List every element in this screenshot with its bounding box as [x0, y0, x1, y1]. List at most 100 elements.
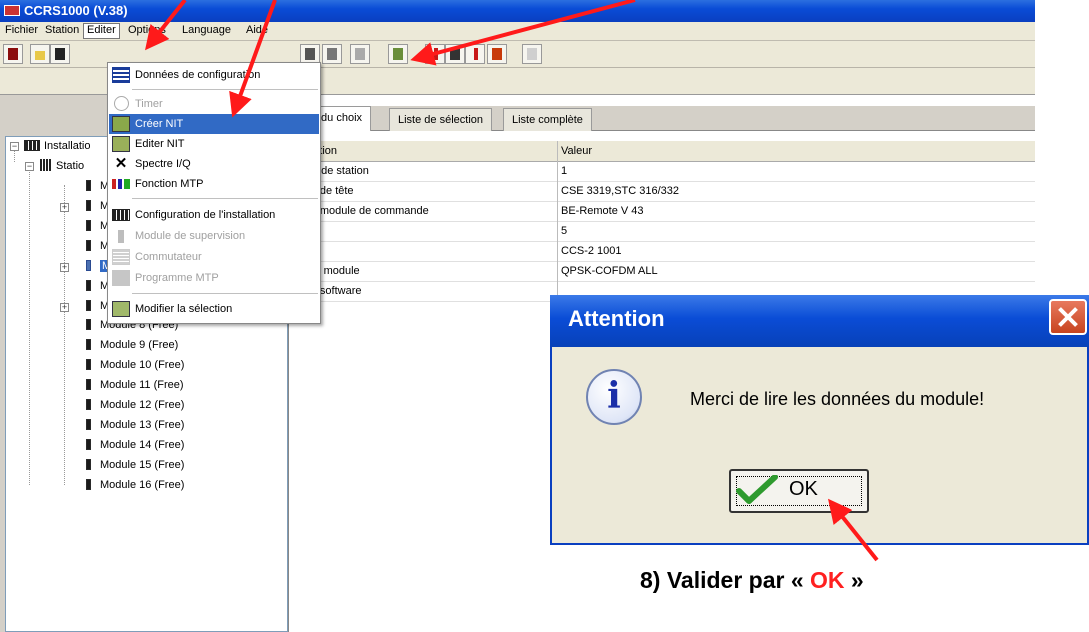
menu-item-module-supervision[interactable]: Module de supervision — [109, 226, 319, 246]
tree-node-module[interactable]: Module 13 (Free) — [86, 416, 184, 435]
tree-node-module[interactable]: Module 15 (Free) — [86, 456, 184, 475]
arrow-down-icon — [434, 48, 438, 60]
tree-node-module[interactable]: M — [86, 277, 109, 296]
menu-item-label: Fonction MTP — [135, 178, 204, 190]
column-header-valeur[interactable]: Valeur — [561, 141, 592, 161]
clock-icon — [114, 96, 129, 111]
tree-node-module[interactable]: Module 10 (Free) — [86, 356, 184, 375]
phone-button[interactable] — [487, 44, 507, 64]
tab-bar: ail du choix Liste de sélection Liste co… — [288, 106, 1035, 131]
module-icon — [86, 260, 91, 271]
disabled-tool-button[interactable] — [522, 44, 542, 64]
menu-item-label: Configuration de l'installation — [135, 209, 276, 221]
table-row[interactable]: rsion module de commande BE-Remote V 43 — [289, 201, 1035, 222]
save-button[interactable] — [50, 44, 70, 64]
menu-item-modifier-selection[interactable]: Modifier la sélection — [109, 299, 319, 319]
menu-item-commutateur[interactable]: Commutateur — [109, 247, 319, 267]
menu-options[interactable]: Options — [125, 24, 169, 36]
table-row[interactable]: duleCCS-2 1001 — [289, 241, 1035, 262]
tool-button-1[interactable] — [300, 44, 320, 64]
module-icon — [86, 479, 91, 490]
module-button[interactable] — [445, 44, 465, 64]
module-icon — [86, 339, 91, 350]
download-button[interactable] — [425, 44, 445, 64]
module-icon — [450, 48, 460, 60]
tree-node-module[interactable]: M — [86, 217, 109, 236]
tree-node-module[interactable]: Module 11 (Free) — [86, 376, 184, 395]
title-bar: CCRS1000 (V.38) — [0, 0, 1035, 22]
table-row[interactable]: méro de station 1 — [289, 161, 1035, 182]
tree-node-module[interactable]: M — [86, 177, 109, 196]
tree-collapse-toggle[interactable]: − — [25, 162, 34, 171]
table-row[interactable]: pe de module QPSK-COFDM ALL — [289, 261, 1035, 282]
tab-liste-complete[interactable]: Liste complète — [503, 108, 592, 131]
config-data-icon — [112, 67, 130, 83]
menu-item-label: Créer NIT — [135, 118, 184, 130]
tree-node-module[interactable]: M — [86, 297, 109, 316]
row-value: BE-Remote V 43 — [561, 205, 644, 217]
menu-item-configuration-installation[interactable]: Configuration de l'installation — [109, 205, 319, 225]
tool-button-2[interactable] — [322, 44, 342, 64]
mtp-icon — [112, 179, 130, 189]
tree-node-module[interactable]: Module 16 (Free) — [86, 476, 184, 495]
tree-expand-toggle[interactable]: + — [60, 303, 69, 312]
folder-icon — [35, 51, 45, 60]
tree-collapse-toggle[interactable]: − — [10, 142, 19, 151]
close-icon[interactable] — [1049, 299, 1087, 335]
row-value: QPSK-COFDM ALL — [561, 265, 658, 277]
menu-item-label: Editer NIT — [135, 138, 185, 150]
tree-expand-toggle[interactable]: + — [60, 203, 69, 212]
menu-item-programme-mtp[interactable]: Programme MTP — [109, 268, 319, 288]
tree-node-station[interactable]: Statio — [40, 157, 84, 176]
menu-item-editer-nit[interactable]: Editer NIT — [109, 134, 319, 154]
modify-icon — [112, 301, 130, 317]
tree-expand-toggle[interactable]: + — [60, 263, 69, 272]
menu-editer[interactable]: Editer — [83, 23, 120, 39]
grey-square-icon — [327, 48, 337, 60]
program-icon — [112, 270, 130, 286]
tree-node-module[interactable]: Module 14 (Free) — [86, 436, 184, 455]
module-icon — [86, 439, 91, 450]
menu-bar: Fichier Station Editer Options Language … — [0, 22, 1035, 41]
table-row[interactable]: dule5 — [289, 221, 1035, 242]
menu-language[interactable]: Language — [179, 24, 234, 36]
menu-item-creer-nit[interactable]: Créer NIT — [109, 114, 319, 134]
tree-node-label: Module 13 (Free) — [100, 419, 185, 431]
tool-button-3[interactable] — [350, 44, 370, 64]
row-value: 5 — [561, 225, 568, 237]
tree-line — [29, 165, 30, 485]
module-icon — [86, 240, 91, 251]
menu-aide[interactable]: Aide — [243, 24, 271, 36]
tree-node-module[interactable]: Module 9 (Free) — [86, 336, 178, 355]
tree-node-module[interactable]: Module 12 (Free) — [86, 396, 184, 415]
menu-item-spectre-iq[interactable]: ✕ Spectre I/Q — [109, 154, 319, 174]
checkmark-icon — [736, 475, 778, 504]
ok-button[interactable]: OK — [729, 469, 869, 513]
table-row[interactable]: ation de tête CSE 3319,STC 316/332 — [289, 181, 1035, 202]
tab-liste-selection[interactable]: Liste de sélection — [389, 108, 492, 131]
menu-fichier[interactable]: Fichier — [2, 24, 41, 36]
open-button[interactable] — [30, 44, 50, 64]
menu-station[interactable]: Station — [42, 24, 82, 36]
station-icon — [40, 159, 52, 171]
tree-node-module[interactable]: M — [86, 237, 109, 256]
grey-square-icon — [355, 48, 365, 60]
column-divider[interactable] — [557, 141, 558, 301]
create-nit-toolbar-button[interactable] — [388, 44, 408, 64]
menu-item-label: Module de supervision — [135, 230, 246, 242]
tree-node-installation[interactable]: Installatio — [24, 137, 90, 156]
module-icon — [86, 459, 91, 470]
module-icon — [86, 419, 91, 430]
installation-icon — [112, 209, 130, 221]
module-icon — [86, 319, 91, 330]
tree-node-label: Module 10 (Free) — [100, 359, 185, 371]
exit-button[interactable] — [3, 44, 23, 64]
upload-button[interactable] — [465, 44, 485, 64]
menu-item-label: Données de configuration — [135, 69, 261, 81]
menu-item-timer[interactable]: Timer — [109, 94, 319, 114]
menu-item-fonction-mtp[interactable]: Fonction MTP — [109, 174, 319, 194]
menu-item-donnees-configuration[interactable]: Données de configuration — [109, 65, 319, 85]
menu-item-label: Commutateur — [135, 251, 202, 263]
tree-node-module[interactable]: M — [86, 197, 109, 216]
tree-node-label: Module 11 (Free) — [100, 379, 184, 391]
